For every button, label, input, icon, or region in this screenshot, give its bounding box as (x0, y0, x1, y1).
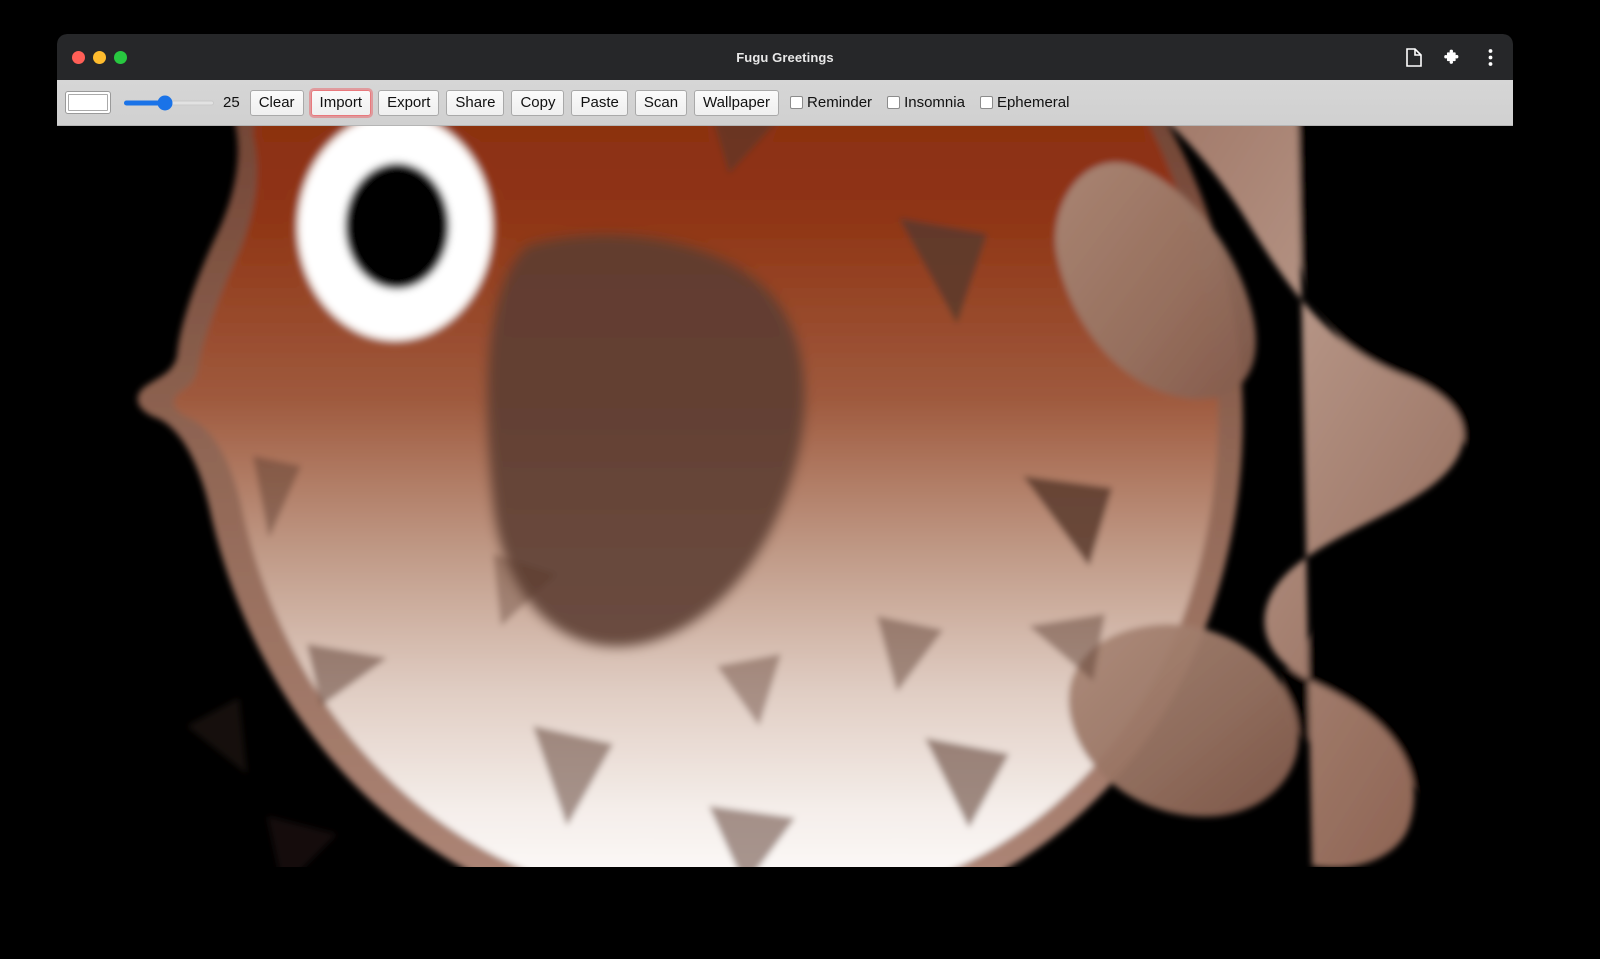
titlebar-actions (1403, 34, 1501, 80)
wallpaper-button[interactable]: Wallpaper (694, 90, 779, 116)
color-swatch-preview (68, 94, 108, 111)
ephemeral-checkbox[interactable] (980, 96, 993, 109)
minimize-button[interactable] (93, 51, 106, 64)
maximize-button[interactable] (114, 51, 127, 64)
import-button[interactable]: Import (311, 90, 372, 116)
scan-button[interactable]: Scan (635, 90, 687, 116)
insomnia-checkbox[interactable] (887, 96, 900, 109)
ephemeral-label: Ephemeral (997, 94, 1070, 111)
ephemeral-checkbox-group[interactable]: Ephemeral (980, 94, 1070, 111)
export-button[interactable]: Export (378, 90, 439, 116)
page-icon[interactable] (1403, 46, 1425, 68)
app-toolbar: 25 Clear Import Export Share Copy Paste … (57, 80, 1513, 126)
insomnia-label: Insomnia (904, 94, 965, 111)
window-title: Fugu Greetings (57, 50, 1513, 65)
reminder-checkbox-group[interactable]: Reminder (790, 94, 872, 111)
color-picker-input[interactable] (65, 91, 111, 114)
line-width-slider[interactable] (124, 92, 214, 114)
slider-value-label: 25 (223, 94, 240, 111)
slider-thumb[interactable] (157, 95, 172, 110)
paste-button[interactable]: Paste (571, 90, 627, 116)
app-window: Fugu Greetings (57, 34, 1513, 867)
window-titlebar: Fugu Greetings (57, 34, 1513, 80)
copy-button[interactable]: Copy (511, 90, 564, 116)
puzzle-piece-icon[interactable] (1441, 46, 1463, 68)
reminder-label: Reminder (807, 94, 872, 111)
share-button[interactable]: Share (446, 90, 504, 116)
reminder-checkbox[interactable] (790, 96, 803, 109)
close-button[interactable] (72, 51, 85, 64)
clear-button[interactable]: Clear (250, 90, 304, 116)
blowfish-artwork (57, 126, 1513, 867)
more-vertical-icon[interactable] (1479, 46, 1501, 68)
screen: Fugu Greetings (0, 0, 1600, 959)
traffic-light-controls (72, 34, 127, 80)
insomnia-checkbox-group[interactable]: Insomnia (887, 94, 965, 111)
drawing-canvas[interactable] (57, 126, 1513, 867)
